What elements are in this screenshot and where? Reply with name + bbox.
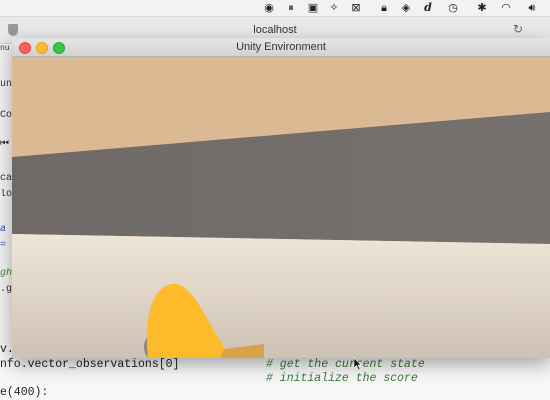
time-machine-icon[interactable]: ◷	[446, 1, 460, 15]
code-comment: # initialize the score	[266, 372, 418, 385]
volume-icon[interactable]: 🔊︎	[525, 1, 539, 15]
menu-bar: ◉ ⏸ ▣ ✧ ⊠ 🔒︎ ◈ d ◷ ✱ ◠ 🔊︎	[0, 0, 550, 17]
floor	[12, 234, 550, 358]
record-icon[interactable]: ◉	[262, 1, 276, 15]
window-title: Unity Environment	[236, 41, 326, 53]
wifi-icon[interactable]: ◠	[499, 1, 513, 15]
unity-scene-viewport[interactable]	[12, 57, 550, 358]
address-bar[interactable]: localhost	[150, 21, 400, 39]
code-line: e(400):	[0, 386, 49, 399]
lock-icon[interactable]: 🔒︎	[378, 1, 390, 15]
unity-window[interactable]: Unity Environment	[12, 38, 550, 370]
screenshot-icon[interactable]: ⊠	[349, 1, 363, 15]
monitor-icon[interactable]: ▣	[306, 1, 320, 15]
dropbox-icon[interactable]: ✧	[327, 1, 341, 15]
shield-status-icon[interactable]: ◈	[400, 1, 412, 15]
mouse-cursor-icon	[354, 358, 362, 370]
unity-title-bar[interactable]: Unity Environment	[12, 38, 550, 57]
bluetooth-icon[interactable]: ✱	[477, 1, 487, 15]
code-line: nfo.vector_observations[0]	[0, 358, 180, 371]
pause-icon[interactable]: ⏸	[284, 1, 298, 15]
script-d-icon[interactable]: d	[422, 1, 434, 15]
reload-icon[interactable]: ↻	[513, 22, 523, 36]
shield-icon[interactable]	[8, 24, 18, 36]
code-comment: # get the current state	[266, 358, 425, 371]
